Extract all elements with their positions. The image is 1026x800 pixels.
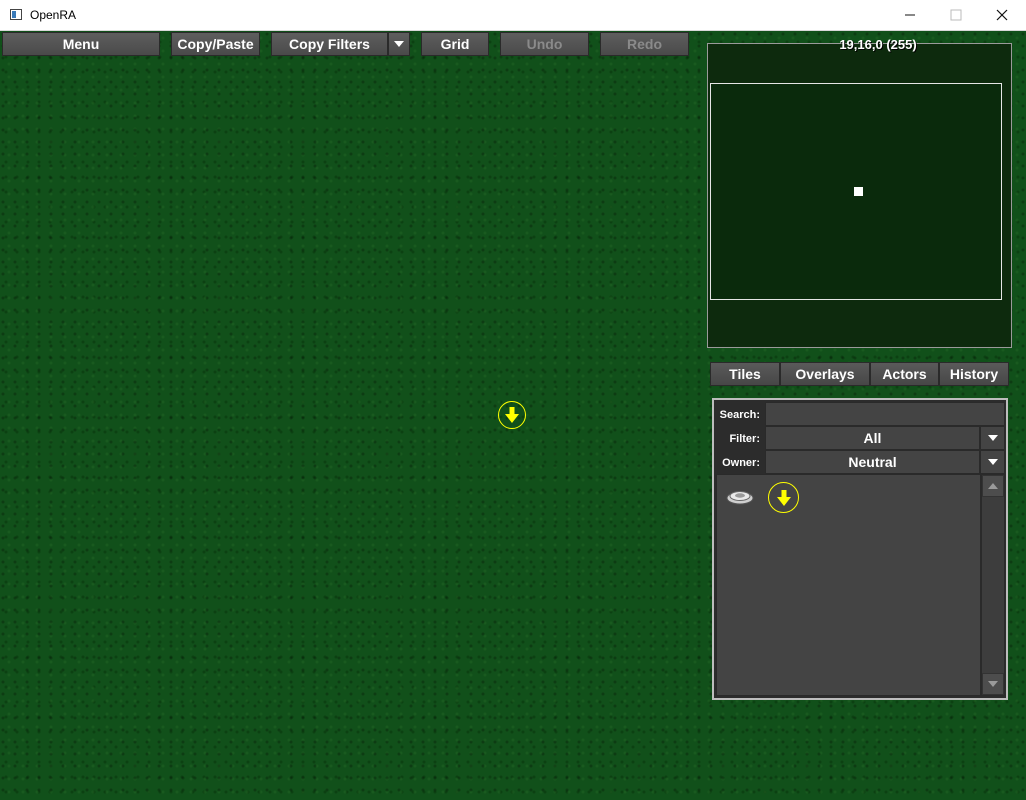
chevron-down-icon: [987, 435, 998, 441]
menu-button[interactable]: Menu: [2, 32, 160, 56]
cursor-coordinates: 19,16,0 (255): [839, 37, 917, 52]
chevron-down-icon: [987, 459, 998, 465]
minimap[interactable]: [707, 43, 1012, 348]
yellow-down-arrow-icon: [776, 489, 791, 506]
scroll-up-button[interactable]: [982, 475, 1004, 497]
actor-item-marker[interactable]: [768, 482, 799, 513]
filter-label: Filter:: [729, 433, 760, 445]
maximize-icon: [950, 9, 962, 21]
copy-paste-button[interactable]: Copy/Paste: [171, 32, 260, 56]
minimize-icon: [905, 14, 915, 16]
window-title: OpenRA: [30, 8, 77, 22]
owner-dropdown-arrow[interactable]: [980, 450, 1005, 474]
tab-history[interactable]: History: [939, 362, 1009, 386]
chevron-down-icon: [394, 41, 404, 47]
close-icon: [996, 9, 1008, 21]
chevron-up-icon: [988, 483, 998, 489]
undo-button[interactable]: Undo: [500, 32, 589, 56]
grid-button[interactable]: Grid: [421, 32, 489, 56]
minimap-actor-dot: [854, 187, 863, 196]
maximize-button[interactable]: [933, 0, 979, 30]
tab-overlays[interactable]: Overlays: [780, 362, 870, 386]
app-icon: [10, 9, 22, 20]
copy-filters-dropdown[interactable]: [388, 32, 410, 56]
owner-dropdown[interactable]: Neutral: [765, 450, 980, 474]
filter-dropdown[interactable]: All: [765, 426, 980, 450]
search-input[interactable]: [765, 402, 1005, 426]
redo-button[interactable]: Redo: [600, 32, 689, 56]
actors-list-scrollbar[interactable]: [981, 474, 1005, 696]
close-button[interactable]: [979, 0, 1025, 30]
filter-dropdown-arrow[interactable]: [980, 426, 1005, 450]
window-title-bar: OpenRA: [0, 0, 1026, 31]
mine-icon: [726, 491, 754, 505]
chevron-down-icon: [988, 681, 998, 687]
scroll-down-button[interactable]: [982, 673, 1004, 695]
search-label: Search:: [719, 409, 760, 421]
minimap-viewport[interactable]: [710, 83, 1002, 300]
tab-actors[interactable]: Actors: [870, 362, 939, 386]
owner-label: Owner:: [722, 457, 760, 469]
actor-item-mine[interactable]: [724, 484, 756, 508]
minimize-button[interactable]: [887, 0, 933, 30]
tab-tiles[interactable]: Tiles: [710, 362, 780, 386]
map-marker-actor[interactable]: [498, 401, 526, 429]
yellow-down-arrow-icon: [505, 407, 519, 423]
copy-filters-button[interactable]: Copy Filters: [271, 32, 388, 56]
